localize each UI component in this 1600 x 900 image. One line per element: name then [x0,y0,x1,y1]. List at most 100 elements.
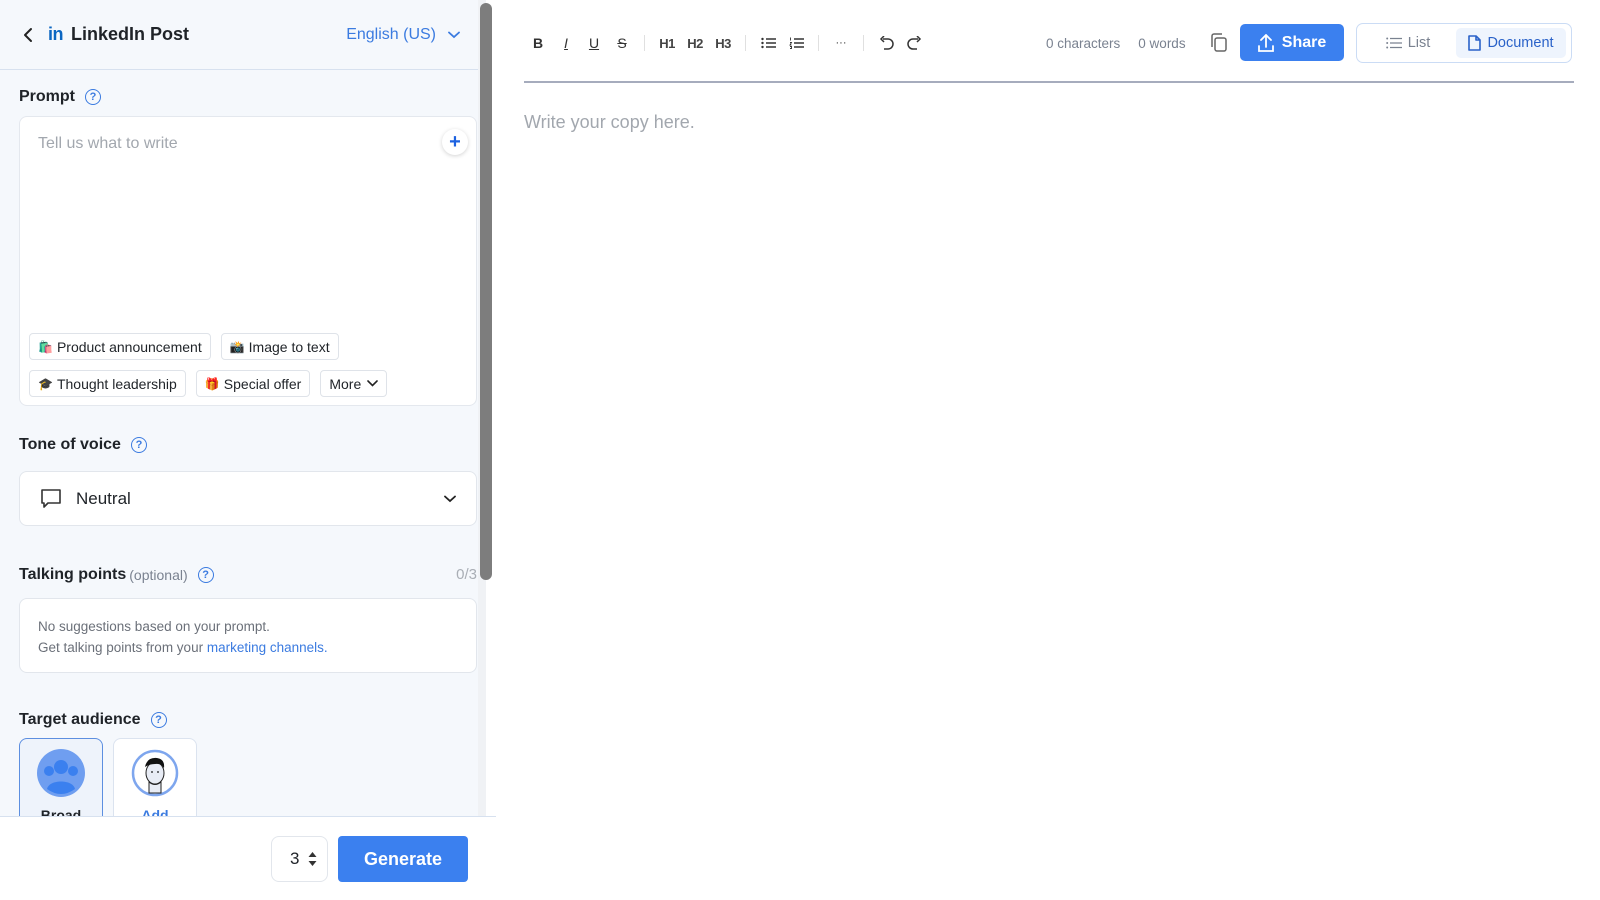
chip-image-to-text[interactable]: 📸 Image to text [220,333,339,360]
audience-add[interactable]: Add [113,738,197,816]
talking-points-count: 0/3 [456,566,477,583]
underline-button[interactable]: U [580,29,608,57]
talking-points-label: Talking points (optional) ? 0/3 [19,566,477,584]
more-options-button[interactable]: ··· [827,29,855,57]
audience-label: Broad [40,807,82,816]
prompt-label: Prompt ? [19,88,101,106]
generate-button[interactable]: Generate [338,836,468,882]
app: in LinkedIn Post English (US) Prompt ? +… [0,0,1600,900]
bold-icon: B [532,35,544,51]
copy-button[interactable] [1206,30,1232,56]
language-select[interactable]: English (US) [346,26,460,44]
underline-icon: U [588,35,600,51]
add-attachment-button[interactable]: + [442,129,468,155]
redo-icon [906,36,921,50]
chip-label: Thought leadership [56,375,177,392]
chip-label: Image to text [248,338,330,355]
undo-button[interactable] [872,29,900,57]
heading3-icon: H3 [715,35,731,51]
chip-product-announcement[interactable]: 🛍️ Product announcement [29,333,211,360]
heading1-button[interactable]: H1 [653,29,681,57]
copy-icon [1211,33,1227,52]
document-stats: 0 characters 0 words [1046,24,1204,62]
chevron-left-icon [24,27,32,42]
tone-value: Neutral [76,488,131,508]
character-count: 0 characters [1046,35,1121,51]
share-label: Share [1281,33,1327,51]
audience-broad[interactable]: Broad [19,738,103,816]
audience-label: Add [141,807,169,816]
camera-icon: 📸 [229,339,245,354]
help-icon[interactable]: ? [197,567,214,583]
toolbar-divider [863,35,864,51]
linkedin-icon: in [48,24,64,44]
back-button[interactable] [18,25,38,45]
prompt-input[interactable] [38,135,418,153]
ellipsis-icon: ··· [835,37,847,49]
help-icon[interactable]: ? [150,712,167,728]
settings-panel: in LinkedIn Post English (US) Prompt ? +… [0,0,496,900]
shopping-bags-icon: 🛍️ [38,339,53,354]
person-avatar-icon [131,749,179,797]
toolbar-divider [745,35,746,51]
talking-points-label-text: Talking points [19,566,127,583]
numbered-list-button[interactable] [782,29,810,57]
chip-label: More [329,375,362,392]
prompt-label-text: Prompt [19,88,75,105]
speech-bubble-icon [41,488,61,508]
prompt-template-chips: 🛍️ Product announcement 📸 Image to text … [29,333,469,407]
graduation-cap-icon: 🎓 [38,376,53,391]
chip-label: Product announcement [56,338,202,355]
list-icon [1385,37,1402,49]
marketing-channels-link[interactable]: marketing channels. [207,640,328,655]
sort-arrows-icon [308,852,317,866]
prompt-box: + 🛍️ Product announcement 📸 Image to tex… [19,116,477,406]
chip-thought-leadership[interactable]: 🎓 Thought leadership [29,370,186,397]
toolbar-divider [644,35,645,51]
chevron-down-icon [444,495,456,502]
help-icon[interactable]: ? [85,89,101,105]
panel-footer: 3 Generate [0,816,496,900]
group-icon [37,749,85,797]
tone-label-text: Tone of voice [19,436,121,453]
redo-button[interactable] [900,29,928,57]
toolbar-divider [818,35,819,51]
strikethrough-icon: S [617,35,627,51]
scrollbar-thumb[interactable] [480,3,492,580]
page-title: LinkedIn Post [71,24,190,44]
variant-count-value: 3 [290,849,300,868]
chip-special-offer[interactable]: 🎁 Special offer [195,370,311,397]
heading3-button[interactable]: H3 [709,29,737,57]
target-audience-label-text: Target audience [19,711,141,728]
no-suggestions-text: No suggestions based on your prompt. [38,619,270,634]
help-icon[interactable]: ? [130,437,147,453]
view-document-button[interactable]: Document [1456,28,1566,58]
toolbar-divider-line [524,81,1574,83]
tone-label: Tone of voice ? [19,436,147,454]
chip-more[interactable]: More [320,370,388,397]
view-toggle: List Document [1356,23,1572,63]
talking-points-hint: Get talking points from your marketing c… [38,637,458,658]
hint-prefix: Get talking points from your [38,640,207,655]
bullet-list-icon [760,37,776,49]
chevron-down-icon [448,31,460,38]
chip-label: Special offer [223,375,302,392]
italic-button[interactable]: I [552,29,580,57]
strikethrough-button[interactable]: S [608,29,636,57]
tone-select[interactable]: Neutral [19,471,477,526]
view-list-button[interactable]: List [1360,28,1456,58]
editor-toolbar: B I U S H1 H2 H3 ··· 0 characters 0 word… [524,23,1574,63]
share-button[interactable]: Share [1240,24,1344,61]
chevron-down-icon [367,380,379,387]
heading2-button[interactable]: H2 [681,29,709,57]
undo-icon [879,36,894,50]
view-document-label: Document [1487,35,1554,51]
heading1-icon: H1 [659,35,675,51]
bold-button[interactable]: B [524,29,552,57]
variant-count-select[interactable]: 3 [271,836,328,882]
target-audience-label: Target audience ? [19,711,167,729]
settings-scroll-area: in LinkedIn Post English (US) Prompt ? +… [0,0,478,816]
upload-icon [1257,33,1274,52]
bullet-list-button[interactable] [754,29,782,57]
document-editor-input[interactable] [524,112,1564,712]
